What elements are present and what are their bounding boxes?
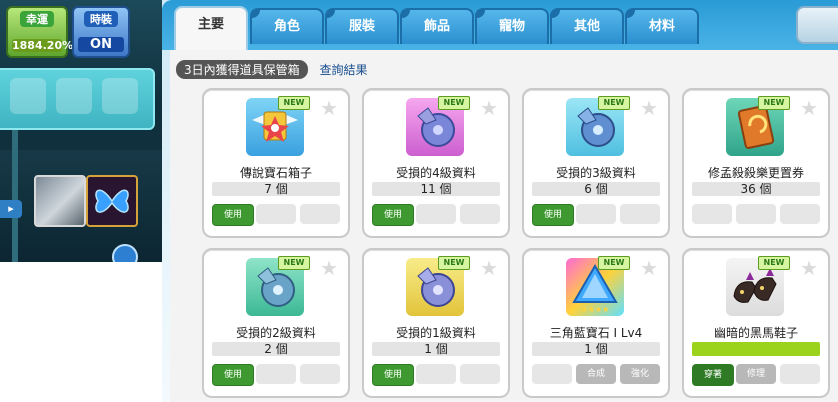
new-badge: NEW bbox=[278, 96, 310, 110]
empty-button bbox=[780, 204, 820, 224]
item-qty: 6 個 bbox=[532, 182, 660, 196]
use-button[interactable]: 使用 bbox=[372, 364, 414, 386]
new-badge: NEW bbox=[598, 256, 630, 270]
tab-materials[interactable]: 材料 bbox=[625, 8, 699, 44]
item-card[interactable]: NEW ★ 受損的3級資料 6 個 使用 bbox=[522, 88, 670, 238]
empty-button bbox=[256, 364, 296, 384]
durability-bar bbox=[692, 342, 820, 356]
item-name: 幽暗的黑馬鞋子 bbox=[713, 326, 798, 340]
quickslot[interactable] bbox=[56, 78, 92, 114]
game-scene: 幸運 1884.20% 時裝 ON ▸ bbox=[0, 0, 162, 262]
inventory-window: 主要 角色 服裝 飾品 寵物 其他 材料 3日內獲得道具保管箱 查詢結果 NEW… bbox=[162, 0, 838, 402]
quickslot[interactable] bbox=[10, 78, 46, 114]
item-qty: 2 個 bbox=[212, 342, 340, 356]
item-qty: 7 個 bbox=[212, 182, 340, 196]
item-qty: 1 個 bbox=[532, 342, 660, 356]
item-name: 受損的1級資料 bbox=[396, 326, 476, 340]
new-badge: NEW bbox=[438, 96, 470, 110]
tab-pets[interactable]: 寵物 bbox=[475, 8, 549, 44]
empty-button bbox=[460, 364, 500, 384]
enhance-button[interactable]: 強化 bbox=[620, 364, 660, 384]
empty-button bbox=[416, 204, 456, 224]
wear-button[interactable]: 穿著 bbox=[692, 364, 734, 386]
item-qty: 36 個 bbox=[692, 182, 820, 196]
use-button[interactable]: 使用 bbox=[532, 204, 574, 226]
item-card[interactable]: NEW ★ 修孟殺殺樂更置券 36 個 bbox=[682, 88, 830, 238]
item-card[interactable]: NEW ★ 受損的2級資料 2 個 使用 bbox=[202, 248, 350, 398]
side-button[interactable]: ▸ bbox=[0, 200, 22, 218]
tab-main[interactable]: 主要 bbox=[174, 6, 248, 50]
empty-button bbox=[532, 364, 572, 384]
repair-button[interactable]: 修理 bbox=[736, 364, 776, 384]
sort-button[interactable] bbox=[796, 6, 838, 44]
query-result-link[interactable]: 查詢結果 bbox=[319, 61, 367, 78]
info-bar: 3日內獲得道具保管箱 查詢結果 bbox=[176, 60, 367, 79]
quickslot[interactable] bbox=[102, 78, 138, 114]
storage-label: 3日內獲得道具保管箱 bbox=[176, 60, 308, 79]
item-name: 三角藍寶石 I Lv4 bbox=[549, 326, 643, 340]
favorite-star-icon[interactable]: ★ bbox=[800, 256, 818, 280]
empty-button bbox=[576, 204, 616, 224]
use-button[interactable]: 使用 bbox=[212, 364, 254, 386]
item-card[interactable]: NEW ★ 幽暗的黑馬鞋子 穿著 修理 bbox=[682, 248, 830, 398]
item-name: 受損的2級資料 bbox=[236, 326, 316, 340]
favorite-star-icon[interactable]: ★ bbox=[320, 256, 338, 280]
luck-value: 1884.20% bbox=[12, 39, 74, 52]
item-card[interactable]: NEW ★ 傳說寶石箱子 7 個 使用 bbox=[202, 88, 350, 238]
new-badge: NEW bbox=[278, 256, 310, 270]
empty-button bbox=[416, 364, 456, 384]
item-qty: 1 個 bbox=[372, 342, 500, 356]
item-name: 受損的4級資料 bbox=[396, 166, 476, 180]
favorite-star-icon[interactable]: ★ bbox=[640, 96, 658, 120]
empty-button bbox=[780, 364, 820, 384]
tab-accessories[interactable]: 飾品 bbox=[400, 8, 474, 44]
pillar bbox=[12, 130, 18, 262]
fashion-value: ON bbox=[78, 37, 124, 52]
item-card[interactable]: ★★★★ NEW ★ 三角藍寶石 I Lv4 1 個 合成 強化 bbox=[522, 248, 670, 398]
item-card[interactable]: NEW ★ 受損的4級資料 11 個 使用 bbox=[362, 88, 510, 238]
use-button[interactable]: 使用 bbox=[372, 204, 414, 226]
empty-button bbox=[300, 364, 340, 384]
avatar[interactable] bbox=[34, 175, 86, 227]
butterfly-skill-icon[interactable] bbox=[86, 175, 138, 227]
use-button[interactable]: 使用 bbox=[212, 204, 254, 226]
item-card[interactable]: NEW ★ 受損的1級資料 1 個 使用 bbox=[362, 248, 510, 398]
svg-text:★★★★: ★★★★ bbox=[581, 305, 610, 314]
new-badge: NEW bbox=[438, 256, 470, 270]
quickslot-panel bbox=[0, 68, 155, 130]
new-badge: NEW bbox=[758, 256, 790, 270]
fashion-label: 時裝 bbox=[84, 11, 118, 27]
item-qty: 11 個 bbox=[372, 182, 500, 196]
empty-button bbox=[736, 204, 776, 224]
tab-other[interactable]: 其他 bbox=[550, 8, 624, 44]
empty-button bbox=[256, 204, 296, 224]
tab-clothing[interactable]: 服裝 bbox=[325, 8, 399, 44]
favorite-star-icon[interactable]: ★ bbox=[480, 96, 498, 120]
favorite-star-icon[interactable]: ★ bbox=[640, 256, 658, 280]
tab-character[interactable]: 角色 bbox=[250, 8, 324, 44]
item-name: 受損的3級資料 bbox=[556, 166, 636, 180]
empty-button bbox=[460, 204, 500, 224]
item-name: 修孟殺殺樂更置券 bbox=[707, 166, 804, 180]
favorite-star-icon[interactable]: ★ bbox=[800, 96, 818, 120]
luck-label: 幸運 bbox=[20, 11, 54, 27]
new-badge: NEW bbox=[758, 96, 790, 110]
favorite-star-icon[interactable]: ★ bbox=[480, 256, 498, 280]
empty-button bbox=[620, 204, 660, 224]
favorite-star-icon[interactable]: ★ bbox=[320, 96, 338, 120]
empty-button bbox=[692, 204, 732, 224]
luck-badge: 幸運 1884.20% bbox=[6, 6, 74, 58]
item-name: 傳說寶石箱子 bbox=[239, 166, 312, 180]
new-badge: NEW bbox=[598, 96, 630, 110]
empty-button bbox=[300, 204, 340, 224]
fashion-badge[interactable]: 時裝 ON bbox=[72, 6, 130, 58]
synthesize-button[interactable]: 合成 bbox=[576, 364, 616, 384]
